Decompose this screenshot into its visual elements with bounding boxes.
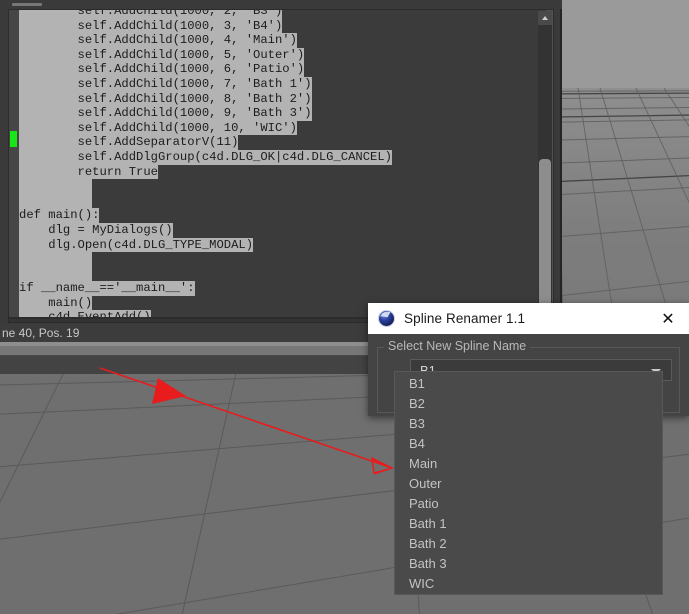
- code-line-text: return True: [19, 164, 158, 180]
- dropdown-item[interactable]: Outer: [395, 474, 662, 494]
- dropdown-item[interactable]: Bath 1: [395, 514, 662, 534]
- code-line: [19, 179, 531, 194]
- code-line-text: dlg = MyDialogs(): [19, 222, 173, 238]
- code-line: [19, 252, 531, 267]
- dropdown-item[interactable]: Bath 3: [395, 554, 662, 574]
- dropdown-item[interactable]: B2: [395, 394, 662, 414]
- code-line-text: def main():: [19, 208, 100, 223]
- dropdown-item[interactable]: WIC: [395, 574, 662, 594]
- panel-drag-handle[interactable]: [0, 0, 562, 9]
- code-line: if __name__=='__main__':: [19, 281, 531, 296]
- scroll-up-button[interactable]: [538, 11, 552, 25]
- code-line: self.AddChild(1000, 10, 'WIC'): [19, 120, 531, 136]
- c4d-sphere-icon: [378, 310, 395, 327]
- scrollbar-thumb[interactable]: [539, 159, 551, 307]
- code-line: self.AddChild(1000, 4, 'Main'): [19, 33, 531, 48]
- code-line: self.AddChild(1000, 5, 'Outer'): [19, 47, 531, 63]
- dropdown-item[interactable]: B1: [395, 374, 662, 394]
- dropdown-item[interactable]: Main: [395, 454, 662, 474]
- code-line-text: dlg.Open(c4d.DLG_TYPE_MODAL): [19, 237, 254, 253]
- code-line-text: self.AddChild(1000, 7, 'Bath 1'): [19, 76, 312, 92]
- code-line: self.AddChild(1000, 2, 'B3'): [19, 10, 531, 19]
- code-line-text: self.AddChild(1000, 2, 'B3'): [19, 10, 283, 19]
- code-line: dlg.Open(c4d.DLG_TYPE_MODAL): [19, 237, 531, 253]
- code-line-text: [19, 193, 93, 209]
- bookmark-marker: [10, 131, 17, 147]
- code-line: self.AddChild(1000, 6, 'Patio'): [19, 62, 531, 77]
- code-line-text: self.AddChild(1000, 8, 'Bath 2'): [19, 91, 312, 107]
- code-line: self.AddChild(1000, 7, 'Bath 1'): [19, 76, 531, 92]
- code-text-area[interactable]: self.AddChild(1000, 2, 'B3') self.AddChi…: [19, 10, 531, 317]
- code-line-text: self.AddDlgGroup(c4d.DLG_OK|c4d.DLG_CANC…: [19, 149, 392, 165]
- code-line: self.AddChild(1000, 9, 'Bath 3'): [19, 106, 531, 121]
- editor-gutter: [9, 10, 19, 317]
- code-line-text: self.AddChild(1000, 5, 'Outer'): [19, 47, 305, 63]
- code-line: self.AddChild(1000, 8, 'Bath 2'): [19, 91, 531, 107]
- editor-vertical-scrollbar[interactable]: [538, 11, 552, 316]
- dropdown-item[interactable]: Patio: [395, 494, 662, 514]
- code-line: [19, 193, 531, 209]
- code-line-text: if __name__=='__main__':: [19, 281, 195, 296]
- groupbox-legend: Select New Spline Name: [384, 339, 531, 353]
- code-line: return True: [19, 164, 531, 180]
- code-line-text: self.AddChild(1000, 4, 'Main'): [19, 33, 297, 48]
- code-line: self.AddSeparatorV(11): [19, 135, 531, 150]
- code-line: self.AddDlgGroup(c4d.DLG_OK|c4d.DLG_CANC…: [19, 149, 531, 165]
- code-line-text: c4d.EventAdd(): [19, 310, 151, 317]
- screen-root: self.AddChild(1000, 2, 'B3') self.AddChi…: [0, 0, 689, 614]
- code-line-text: self.AddSeparatorV(11): [19, 135, 239, 150]
- dropdown-item[interactable]: B4: [395, 434, 662, 454]
- code-line-text: main(): [19, 295, 93, 311]
- dialog-titlebar[interactable]: Spline Renamer 1.1 ✕: [368, 303, 689, 334]
- dropdown-item[interactable]: B3: [395, 414, 662, 434]
- code-line-text: [19, 179, 93, 194]
- spline-name-dropdown-list[interactable]: B1 B2 B3 B4 Main Outer Patio Bath 1 Bath 2 Bath 3…: [394, 371, 663, 595]
- code-line-text: self.AddChild(1000, 6, 'Patio'): [19, 62, 305, 77]
- code-line-text: [19, 266, 93, 282]
- code-line: def main():: [19, 208, 531, 223]
- close-icon[interactable]: ✕: [647, 303, 689, 334]
- dropdown-item[interactable]: Bath 2: [395, 534, 662, 554]
- code-line: self.AddChild(1000, 3, 'B4'): [19, 18, 531, 34]
- code-line-text: [19, 252, 93, 267]
- code-line-text: self.AddChild(1000, 3, 'B4'): [19, 18, 283, 34]
- code-line-text: self.AddChild(1000, 9, 'Bath 3'): [19, 106, 312, 121]
- code-editor[interactable]: self.AddChild(1000, 2, 'B3') self.AddChi…: [8, 9, 554, 318]
- code-line-text: self.AddChild(1000, 10, 'WIC'): [19, 120, 297, 136]
- code-line: dlg = MyDialogs(): [19, 222, 531, 238]
- code-line: [19, 266, 531, 282]
- dialog-title: Spline Renamer 1.1: [404, 311, 526, 326]
- script-editor-panel[interactable]: self.AddChild(1000, 2, 'B3') self.AddChi…: [0, 0, 562, 374]
